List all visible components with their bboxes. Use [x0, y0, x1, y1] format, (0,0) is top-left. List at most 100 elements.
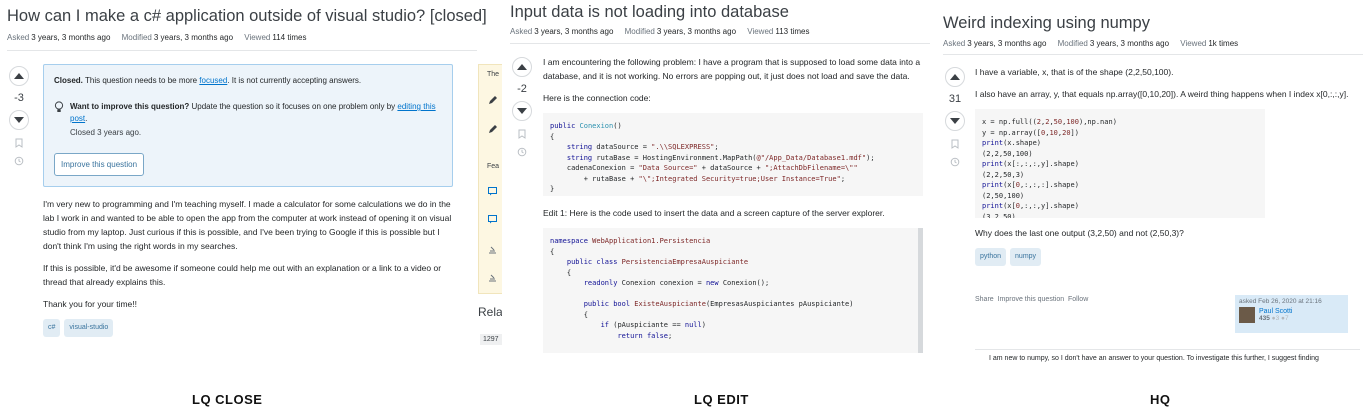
tag-python[interactable]: python	[975, 248, 1007, 266]
modified-value: 3 years, 3 months ago	[1089, 39, 1170, 48]
asked-label: Asked	[943, 39, 966, 48]
vote-cell: -3	[5, 66, 33, 166]
stack-icon	[489, 246, 496, 254]
arrow-up-icon	[950, 74, 960, 80]
intro-paragraph: I am encountering the following problem:…	[543, 57, 921, 81]
panel-lq-close: How can I make a c# application outside …	[0, 0, 502, 380]
follow-link[interactable]: Follow	[1068, 296, 1088, 303]
body-paragraph-2: If this is possible, it'd be awesome if …	[43, 263, 442, 287]
body-paragraph-2: I also have an array, y, that equals np.…	[975, 89, 1349, 99]
stack-icon	[489, 274, 496, 282]
panel-hq: Weird indexing using numpy Asked 3 years,…	[932, 0, 1372, 380]
modified-value: 3 years, 3 months ago	[153, 33, 234, 42]
viewed-value: 1k times	[1208, 39, 1239, 48]
related-count: 1297	[480, 334, 502, 345]
downvote-button[interactable]	[945, 111, 965, 131]
improve-bold: Want to improve this question?	[70, 102, 190, 111]
tag-numpy[interactable]: numpy	[1010, 248, 1042, 266]
closed-text: This question needs to be more	[82, 76, 200, 85]
sidebar-heading-featured: Fea	[487, 163, 500, 170]
closed-bold: Closed.	[54, 76, 83, 85]
viewed-label: Viewed	[1180, 39, 1207, 48]
question-title[interactable]: How can I make a c# application outside …	[7, 7, 487, 26]
arrow-down-icon	[14, 117, 24, 123]
upvote-button[interactable]	[512, 57, 532, 77]
vote-count: -3	[14, 92, 24, 104]
vote-cell: 31	[941, 67, 969, 167]
body-paragraph-1: I have a variable, x, that is of the sha…	[975, 67, 1174, 77]
post-actions: Share Improve this question Follow	[975, 296, 1088, 303]
question-body: I am encountering the following problem:…	[543, 55, 923, 353]
meta-chat-icon	[488, 187, 497, 196]
user-signature-card: asked Feb 26, 2020 at 21:16 Paul Scotti …	[1235, 295, 1348, 333]
header-divider	[510, 43, 930, 44]
modified-label: Modified	[1057, 39, 1088, 48]
asked-value: 3 years, 3 months ago	[31, 33, 111, 42]
asked-label: Asked	[510, 27, 533, 36]
share-link[interactable]: Share	[975, 296, 994, 303]
arrow-up-icon	[14, 73, 24, 79]
downvote-button[interactable]	[512, 101, 532, 121]
modified-label: Modified	[624, 27, 655, 36]
insert-code-block: namespace WebApplication1.Persistencia {…	[543, 228, 923, 353]
header-divider	[7, 50, 477, 51]
body-paragraph-3: Thank you for your time!!	[43, 299, 138, 309]
asked-value: 3 years, 3 months ago	[534, 27, 614, 36]
tag-list: python numpy	[975, 248, 1360, 266]
question-title[interactable]: Weird indexing using numpy	[943, 14, 1150, 33]
edit-label: Edit 1: Here is the code used to insert …	[543, 208, 885, 218]
avatar[interactable]	[1239, 307, 1255, 323]
asked-value: 3 years, 3 months ago	[967, 39, 1047, 48]
history-icon[interactable]	[517, 147, 527, 157]
upvote-button[interactable]	[9, 66, 29, 86]
viewed-label: Viewed	[747, 27, 774, 36]
bookmark-icon[interactable]	[517, 129, 527, 139]
question-body: I'm very new to programming and I'm teac…	[43, 197, 453, 337]
improve-text: Update the question so it focuses on one…	[189, 102, 398, 111]
closed-message: Closed. This question needs to be more f…	[54, 75, 361, 87]
sidebar-heading-the: The	[487, 71, 500, 78]
asked-label: Asked	[7, 33, 30, 42]
improve-question-link[interactable]: Improve this question	[998, 296, 1065, 303]
question-title[interactable]: Input data is not loading into database	[510, 3, 789, 22]
improve-message: Want to improve this question? Update th…	[70, 101, 445, 125]
viewed-value: 113 times	[775, 27, 810, 36]
vote-count: 31	[948, 93, 962, 105]
connection-code-block: public Conexion() { string dataSource = …	[543, 113, 923, 196]
improve-end: .	[85, 114, 88, 123]
closed-notice: Closed. This question needs to be more f…	[43, 64, 453, 187]
viewed-value: 114 times	[272, 33, 307, 42]
pencil-icon	[489, 125, 497, 133]
reputation-score: 435	[1259, 315, 1270, 322]
arrow-up-icon	[517, 64, 527, 70]
connection-label: Here is the connection code:	[543, 93, 651, 103]
body-paragraph-1: I'm very new to programming and I'm teac…	[43, 199, 452, 251]
modified-value: 3 years, 3 months ago	[656, 27, 737, 36]
answer-divider	[975, 349, 1360, 350]
panel-lq-edit: Input data is not loading into database …	[502, 0, 932, 380]
lightbulb-icon	[54, 101, 64, 112]
upvote-button[interactable]	[945, 67, 965, 87]
arrow-down-icon	[950, 118, 960, 124]
improve-question-button[interactable]: Improve this question	[54, 153, 145, 176]
answer-snippet: I am new to numpy, so I don't have an an…	[989, 355, 1319, 362]
question-meta: Asked 3 years, 3 months ago Modified 3 yea…	[510, 27, 818, 36]
bookmark-icon[interactable]	[950, 139, 960, 149]
tag-csharp[interactable]: c#	[43, 319, 61, 337]
closed-when: Closed 3 years ago.	[70, 128, 142, 137]
history-icon[interactable]	[14, 156, 24, 166]
caption-lq-close: LQ CLOSE	[192, 392, 263, 407]
asked-timestamp: asked Feb 26, 2020 at 21:16	[1239, 298, 1322, 305]
question-meta: Asked 3 years, 3 months ago Modified 3 yea…	[943, 39, 1247, 48]
badge-counts: ●3 ●7	[1271, 315, 1289, 322]
tag-visual-studio[interactable]: visual-studio	[64, 319, 114, 337]
arrow-down-icon	[517, 108, 527, 114]
viewed-label: Viewed	[244, 33, 271, 42]
focused-link[interactable]: focused	[199, 76, 227, 85]
history-icon[interactable]	[950, 157, 960, 167]
sidebar-heading-related: Rela	[478, 305, 502, 319]
caption-lq-edit: LQ EDIT	[694, 392, 749, 407]
numpy-code-block: x = np.full((2,2,50,100),np.nan) y = np.…	[975, 109, 1265, 218]
downvote-button[interactable]	[9, 110, 29, 130]
bookmark-icon[interactable]	[14, 138, 24, 148]
